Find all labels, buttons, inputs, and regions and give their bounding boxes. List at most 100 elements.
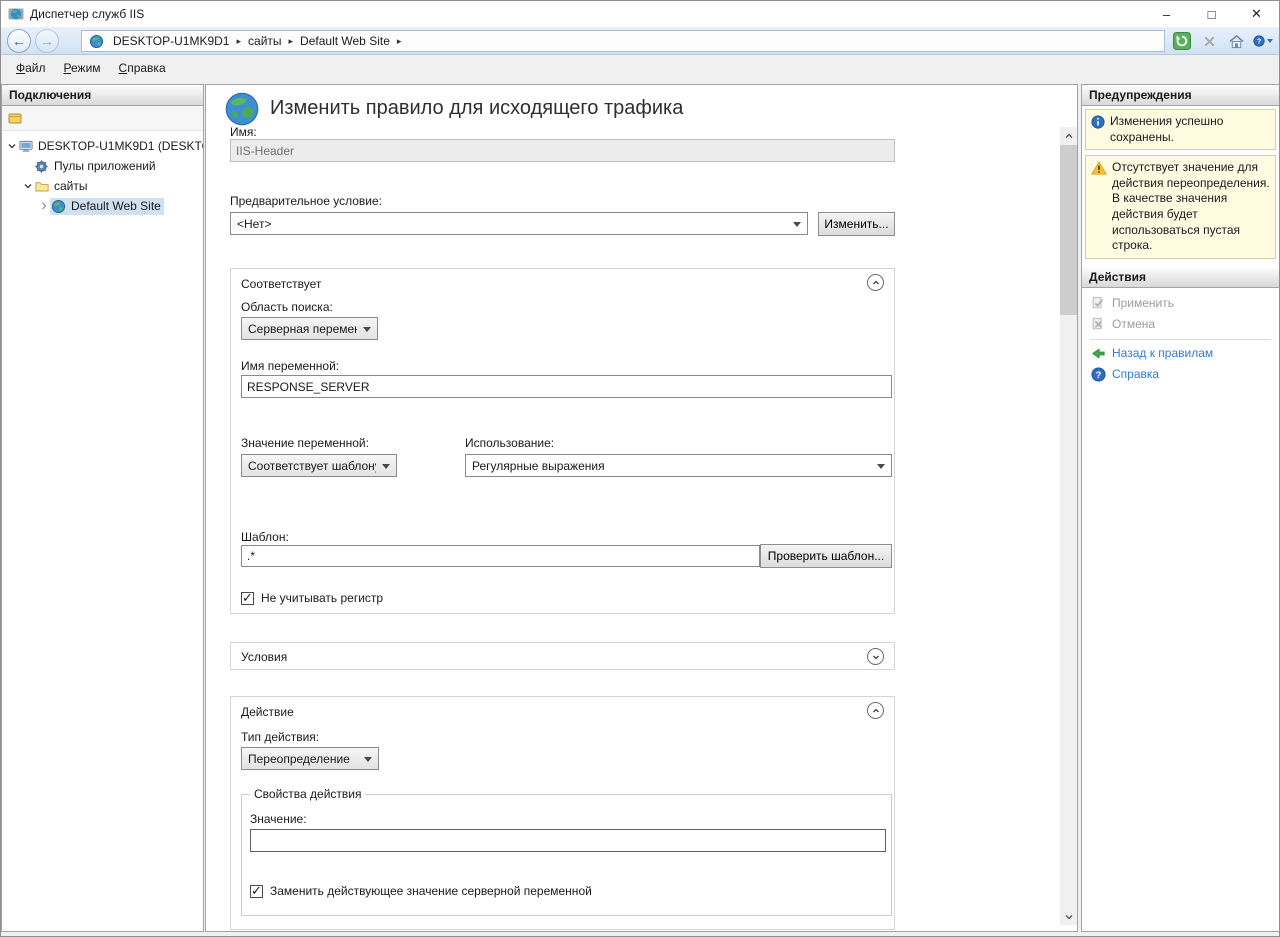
navigation-bar: ← → DESKTOP-U1MK9D1 ▸ сайты ▸ Default We… xyxy=(1,27,1279,55)
back-to-rules-action[interactable]: Назад к правилам xyxy=(1082,343,1279,364)
menu-view[interactable]: Режим xyxy=(55,58,110,78)
refresh-icon[interactable] xyxy=(1172,31,1192,51)
usage-label: Использование: xyxy=(465,436,554,450)
dropdown-arrow-icon xyxy=(793,222,801,227)
action-properties-legend: Свойства действия xyxy=(250,787,365,801)
scroll-down-icon[interactable] xyxy=(1060,908,1077,925)
variable-value-select[interactable]: Соответствует шаблону xyxy=(241,454,397,477)
collapse-chevron-icon[interactable] xyxy=(6,141,18,151)
usage-select[interactable]: Регулярные выражения xyxy=(465,454,892,477)
back-to-rules-link[interactable]: Назад к правилам xyxy=(1112,346,1213,360)
dropdown-arrow-icon xyxy=(363,327,371,332)
help-dropdown-caret-icon xyxy=(1267,39,1273,43)
cancel-action: Отмена xyxy=(1082,314,1279,335)
menu-help[interactable]: Справка xyxy=(110,58,175,78)
tree-node-app-pools[interactable]: Пулы приложений xyxy=(2,156,203,176)
replace-value-row: Заменить действующее значение серверной … xyxy=(250,884,592,898)
breadcrumb-item-server[interactable]: DESKTOP-U1MK9D1 xyxy=(109,34,233,48)
expand-chevron-icon[interactable] xyxy=(38,201,50,211)
edit-precondition-button[interactable]: Изменить... xyxy=(818,212,895,236)
tree-node-sites[interactable]: сайты xyxy=(2,176,203,196)
breadcrumb-item-sites[interactable]: сайты xyxy=(244,34,286,48)
close-icon: ✕ xyxy=(1251,6,1262,22)
collapse-section-icon[interactable] xyxy=(867,702,884,719)
precondition-value: <Нет> xyxy=(237,217,271,231)
info-icon xyxy=(1091,115,1105,145)
help-menu-icon[interactable]: ? xyxy=(1253,31,1273,51)
svg-text:?: ? xyxy=(1095,370,1101,380)
usage-value: Регулярные выражения xyxy=(472,459,605,473)
tree-node-default-web-site[interactable]: Default Web Site xyxy=(2,196,203,216)
apply-action: Применить xyxy=(1082,293,1279,314)
page-title: Изменить правило для исходящего трафика xyxy=(270,97,683,120)
scroll-up-icon[interactable] xyxy=(1060,127,1077,144)
connections-panel: Подключения DESKTOP-U1MK9D1 (DESKTOP xyxy=(1,84,204,932)
precondition-select[interactable]: <Нет> xyxy=(230,212,808,235)
ignore-case-checkbox[interactable] xyxy=(241,592,254,605)
action-value-label: Значение: xyxy=(250,812,307,826)
breadcrumb[interactable]: DESKTOP-U1MK9D1 ▸ сайты ▸ Default Web Si… xyxy=(81,30,1165,52)
breadcrumb-chevron-icon[interactable]: ▸ xyxy=(286,36,297,47)
scope-select[interactable]: Серверная переменная xyxy=(241,317,378,340)
info-alert: Изменения успешно сохранены. xyxy=(1085,109,1276,150)
action-value-field[interactable] xyxy=(250,829,886,852)
forward-icon: → xyxy=(40,34,54,48)
conditions-section: Условия xyxy=(230,642,895,670)
back-green-arrow-icon xyxy=(1090,345,1106,361)
action-section-title: Действие xyxy=(241,705,294,719)
cancel-label: Отмена xyxy=(1112,317,1155,331)
action-properties-group: Свойства действия Значение: Заменить дей… xyxy=(241,794,892,916)
connections-toolbar xyxy=(2,106,203,131)
close-button[interactable]: ✕ xyxy=(1234,1,1279,27)
stop-icon[interactable] xyxy=(1199,31,1219,51)
maximize-button[interactable]: □ xyxy=(1189,1,1234,27)
warning-icon xyxy=(1091,161,1107,254)
main-scrollbar[interactable] xyxy=(1060,127,1077,925)
selected-tree-node[interactable]: Default Web Site xyxy=(50,198,164,215)
tree-node-label: Default Web Site xyxy=(71,199,161,213)
new-connection-icon[interactable] xyxy=(7,110,23,126)
variable-name-field[interactable] xyxy=(241,375,892,398)
actions-separator xyxy=(1090,339,1271,340)
title-bar: Диспетчер служб IIS – □ ✕ xyxy=(1,1,1279,27)
dropdown-arrow-icon xyxy=(877,464,885,469)
dropdown-arrow-icon xyxy=(382,464,390,469)
collapse-chevron-icon[interactable] xyxy=(22,181,34,191)
breadcrumb-chevron-icon[interactable]: ▸ xyxy=(394,36,405,47)
connections-tree: DESKTOP-U1MK9D1 (DESKTOP Пулы приложений… xyxy=(2,131,203,216)
iis-manager-window: Диспетчер служб IIS – □ ✕ ← → DESKTOP-U1… xyxy=(0,0,1280,937)
tree-node-label: сайты xyxy=(54,179,88,193)
scrollbar-thumb[interactable] xyxy=(1060,145,1077,315)
back-icon: ← xyxy=(12,34,26,48)
dropdown-arrow-icon xyxy=(364,757,372,762)
website-globe-icon xyxy=(51,199,67,214)
menu-file[interactable]: Файл xyxy=(7,58,55,78)
apply-label: Применить xyxy=(1112,296,1174,310)
help-icon: ? xyxy=(1090,366,1106,382)
action-type-select[interactable]: Переопределение xyxy=(241,747,379,770)
warning-alert-text: Отсутствует значение для действия переоп… xyxy=(1112,160,1270,254)
breadcrumb-item-default-web-site[interactable]: Default Web Site xyxy=(296,34,394,48)
help-action[interactable]: ? Справка xyxy=(1082,364,1279,385)
navbar-tools: ? xyxy=(1172,31,1273,51)
action-type-label: Тип действия: xyxy=(241,730,319,744)
help-link[interactable]: Справка xyxy=(1112,367,1159,381)
minimize-button[interactable]: – xyxy=(1144,1,1189,27)
back-button[interactable]: ← xyxy=(7,29,31,53)
forward-button[interactable]: → xyxy=(35,29,59,53)
breadcrumb-chevron-icon[interactable]: ▸ xyxy=(233,36,244,47)
collapse-section-icon[interactable] xyxy=(867,274,884,291)
home-icon[interactable] xyxy=(1226,31,1246,51)
info-alert-text: Изменения успешно сохранены. xyxy=(1110,114,1270,145)
replace-value-checkbox[interactable] xyxy=(250,885,263,898)
test-pattern-button[interactable]: Проверить шаблон... xyxy=(760,544,892,568)
ignore-case-row: Не учитывать регистр xyxy=(241,591,383,605)
variable-value-value: Соответствует шаблону xyxy=(248,459,376,473)
iis-app-icon xyxy=(8,6,24,22)
tree-node-server[interactable]: DESKTOP-U1MK9D1 (DESKTOP xyxy=(2,136,203,156)
apply-icon xyxy=(1090,295,1106,311)
pattern-field[interactable] xyxy=(241,545,760,567)
feature-page: Изменить правило для исходящего трафика … xyxy=(205,84,1078,932)
page-globe-icon xyxy=(224,91,260,127)
expand-section-icon[interactable] xyxy=(867,648,884,665)
